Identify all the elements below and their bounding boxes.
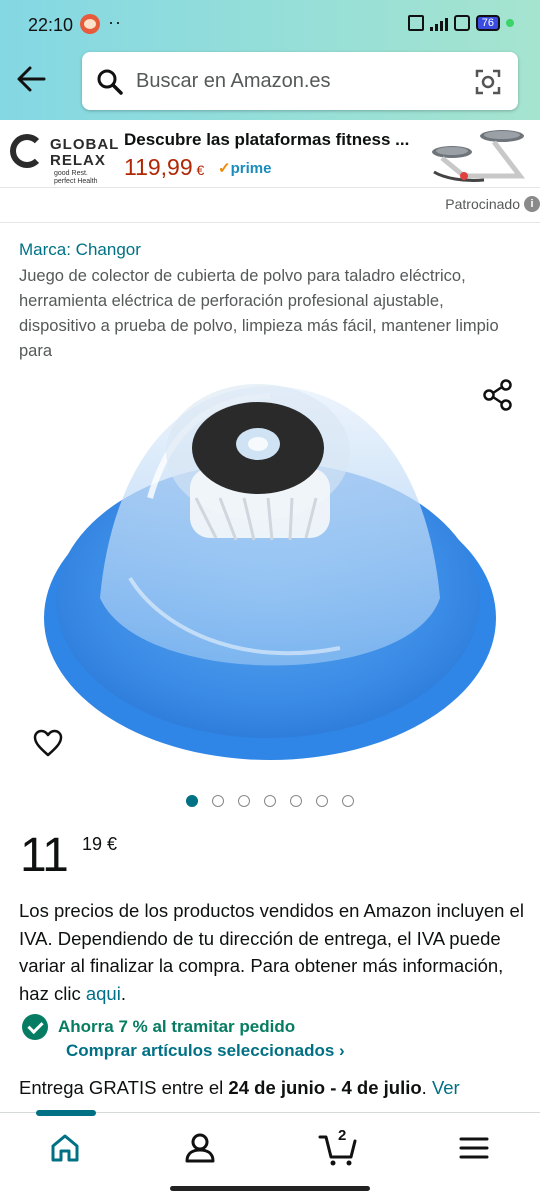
vat-info-link[interactable]: aqui — [86, 983, 121, 1004]
carousel-dot[interactable] — [264, 795, 276, 807]
privacy-indicator-icon — [506, 19, 514, 27]
ad-product-image — [432, 130, 526, 182]
user-icon — [185, 1133, 215, 1163]
heart-icon[interactable] — [32, 728, 64, 758]
global-relax-logo: GLOBAL RELAX good Rest. perfect Health — [10, 130, 118, 185]
sponsored-label[interactable]: Patrocinado i — [445, 196, 540, 212]
carousel-dot[interactable] — [316, 795, 328, 807]
prime-badge: ✓prime — [218, 160, 272, 177]
vat-notice: Los precios de los productos vendidos en… — [19, 900, 524, 1004]
nav-account[interactable] — [183, 1131, 219, 1167]
status-icons: 76 — [407, 15, 514, 31]
wifi-icon — [453, 15, 470, 31]
delivery-details-link[interactable]: Ver — [432, 1077, 460, 1098]
check-circle-icon — [22, 1014, 48, 1040]
share-icon[interactable] — [482, 378, 514, 412]
coupon-saving: Ahorra 7 % al tramitar pedido — [22, 1014, 295, 1040]
nav-cart[interactable]: 2 — [318, 1127, 357, 1167]
info-icon[interactable]: i — [524, 196, 540, 212]
carousel-dot[interactable] — [342, 795, 354, 807]
camera-search-icon[interactable] — [474, 68, 502, 96]
image-carousel-indicator[interactable] — [186, 795, 354, 807]
battery-icon: 76 — [475, 15, 500, 31]
saving-text: Ahorra 7 % al tramitar pedido — [58, 1017, 296, 1036]
signal-icon — [429, 15, 448, 31]
clock: 22:10 — [28, 15, 74, 35]
carousel-dot[interactable] — [186, 795, 198, 807]
product-title: Juego de colector de cubierta de polvo p… — [19, 267, 499, 360]
gesture-bar[interactable] — [170, 1186, 370, 1191]
ad-price: 119,99 € — [124, 154, 205, 180]
menu-icon — [459, 1137, 489, 1159]
divider — [0, 222, 540, 223]
delivery-info: Entrega GRATIS entre el 24 de junio - 4 … — [19, 1077, 460, 1098]
back-button[interactable] — [14, 62, 48, 96]
app-header: 22:10 ·· 76 Buscar en Amazon.es — [0, 0, 540, 120]
cart-count-badge: 2 — [338, 1127, 347, 1144]
brand-link[interactable]: Marca: Changor — [19, 240, 141, 260]
search-input[interactable]: Buscar en Amazon.es — [82, 52, 518, 110]
carousel-dot[interactable] — [212, 795, 224, 807]
home-icon — [51, 1134, 79, 1162]
status-bar: 22:10 ·· 76 — [0, 0, 540, 52]
product-image[interactable] — [40, 368, 500, 768]
sponsored-ad-banner[interactable]: GLOBAL RELAX good Rest. perfect Health De… — [0, 124, 540, 188]
search-placeholder: Buscar en Amazon.es — [136, 70, 331, 92]
more-notifications-icon: ·· — [108, 12, 122, 32]
nav-menu[interactable] — [457, 1131, 493, 1167]
price-whole: 11 — [20, 829, 69, 882]
carousel-dot[interactable] — [290, 795, 302, 807]
search-icon — [97, 69, 123, 95]
price-fraction: 19 € — [82, 834, 118, 854]
nav-home[interactable] — [48, 1131, 84, 1167]
notification-avatar-icon — [80, 14, 100, 34]
ad-title: Descubre las plataformas fitness ... — [124, 130, 410, 149]
vibrate-icon — [407, 15, 424, 31]
carousel-dot[interactable] — [238, 795, 250, 807]
active-tab-indicator — [36, 1110, 96, 1116]
arrow-left-icon — [17, 66, 46, 92]
selected-items-link[interactable]: Comprar artículos seleccionados › — [66, 1041, 345, 1061]
